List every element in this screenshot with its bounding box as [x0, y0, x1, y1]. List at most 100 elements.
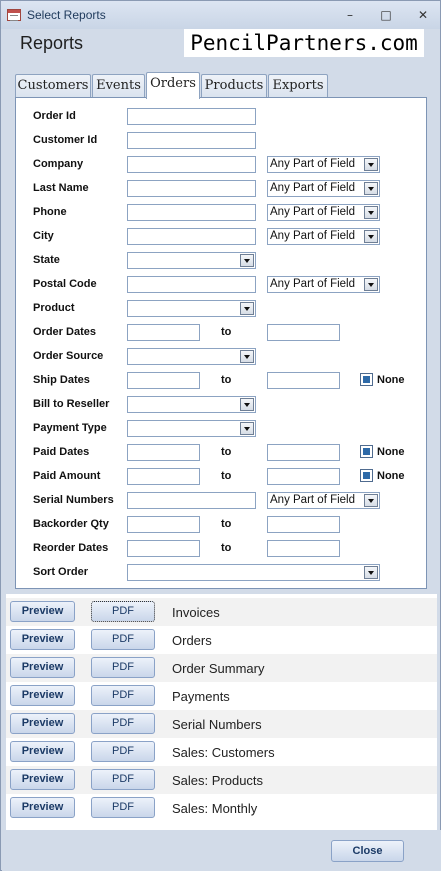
payment-type-select[interactable]: [127, 420, 256, 437]
report-row-invoices: Preview PDF Invoices: [6, 598, 437, 626]
pdf-button[interactable]: PDF: [91, 797, 155, 818]
last-name-match-select[interactable]: Any Part of Field: [267, 180, 380, 197]
city-match-select[interactable]: Any Part of Field: [267, 228, 380, 245]
window-title: Select Reports: [27, 8, 106, 22]
pdf-button[interactable]: PDF: [91, 601, 155, 622]
order-dates-to-input[interactable]: [267, 324, 340, 341]
tab-events[interactable]: Events: [92, 74, 145, 98]
form-header: Reports PencilPartners.com: [6, 29, 437, 69]
dropdown-arrow-icon[interactable]: [240, 350, 254, 363]
report-name: Serial Numbers: [172, 717, 262, 732]
dropdown-arrow-icon[interactable]: [240, 398, 254, 411]
preview-button[interactable]: Preview: [10, 741, 75, 762]
paid-dates-to-input[interactable]: [267, 444, 340, 461]
phone-input[interactable]: [127, 204, 256, 221]
minimize-icon[interactable]: –: [341, 7, 359, 23]
reorder-dates-from-input[interactable]: [127, 540, 200, 557]
report-row-sales-monthly: Preview PDF Sales: Monthly: [6, 794, 437, 822]
dropdown-arrow-icon[interactable]: [364, 566, 378, 579]
sort-order-select[interactable]: [127, 564, 380, 581]
tab-products[interactable]: Products: [201, 74, 267, 98]
reorder-dates-to-input[interactable]: [267, 540, 340, 557]
order-dates-from-input[interactable]: [127, 324, 200, 341]
pdf-button[interactable]: PDF: [91, 713, 155, 734]
pdf-button[interactable]: PDF: [91, 685, 155, 706]
report-name: Payments: [172, 689, 230, 704]
company-input[interactable]: [127, 156, 256, 173]
last-name-input[interactable]: [127, 180, 256, 197]
paid-amount-none-label: None: [377, 470, 405, 482]
paid-amount-to-label: to: [221, 470, 232, 482]
ship-dates-to-input[interactable]: [267, 372, 340, 389]
bill-to-reseller-select[interactable]: [127, 396, 256, 413]
state-select[interactable]: [127, 252, 256, 269]
preview-button[interactable]: Preview: [10, 601, 75, 622]
order-id-input[interactable]: [127, 108, 256, 125]
preview-button[interactable]: Preview: [10, 657, 75, 678]
ship-dates-from-input[interactable]: [127, 372, 200, 389]
ship-dates-to-label: to: [221, 374, 232, 386]
ship-dates-none-checkbox[interactable]: [360, 373, 373, 386]
preview-button[interactable]: Preview: [10, 713, 75, 734]
product-select[interactable]: [127, 300, 256, 317]
paid-amount-from-input[interactable]: [127, 468, 200, 485]
dropdown-arrow-icon[interactable]: [364, 206, 378, 219]
paid-dates-none-label: None: [377, 446, 405, 458]
reorder-dates-to-label: to: [221, 542, 232, 554]
paid-amount-to-input[interactable]: [267, 468, 340, 485]
pdf-button[interactable]: PDF: [91, 769, 155, 790]
report-name: Sales: Monthly: [172, 801, 258, 816]
preview-button[interactable]: Preview: [10, 685, 75, 706]
phone-match-select[interactable]: Any Part of Field: [267, 204, 380, 221]
postal-code-match-value: Any Part of Field: [270, 278, 356, 290]
paid-amount-none-checkbox[interactable]: [360, 469, 373, 482]
pdf-button[interactable]: PDF: [91, 629, 155, 650]
dropdown-arrow-icon[interactable]: [364, 278, 378, 291]
dropdown-arrow-icon[interactable]: [364, 182, 378, 195]
close-button[interactable]: Close: [331, 840, 404, 862]
customer-id-input[interactable]: [127, 132, 256, 149]
paid-dates-none-checkbox[interactable]: [360, 445, 373, 458]
preview-button[interactable]: Preview: [10, 629, 75, 650]
order-dates-label: Order Dates: [33, 326, 96, 338]
company-match-select[interactable]: Any Part of Field: [267, 156, 380, 173]
last-name-match-value: Any Part of Field: [270, 182, 356, 194]
dropdown-arrow-icon[interactable]: [240, 302, 254, 315]
postal-code-input[interactable]: [127, 276, 256, 293]
report-form-icon: [7, 9, 21, 21]
serial-numbers-input[interactable]: [127, 492, 256, 509]
tab-orders[interactable]: Orders: [146, 72, 200, 99]
tab-customers[interactable]: Customers: [15, 74, 91, 98]
dropdown-arrow-icon[interactable]: [364, 158, 378, 171]
tab-exports[interactable]: Exports: [268, 74, 328, 98]
orders-criteria-panel: Order Id Customer Id Company Any Part of…: [15, 97, 427, 589]
company-label: Company: [33, 158, 84, 170]
backorder-qty-from-input[interactable]: [127, 516, 200, 533]
dropdown-arrow-icon[interactable]: [364, 230, 378, 243]
backorder-qty-to-label: to: [221, 518, 232, 530]
postal-code-match-select[interactable]: Any Part of Field: [267, 276, 380, 293]
dropdown-arrow-icon[interactable]: [240, 254, 254, 267]
report-list: Preview PDF Invoices Preview PDF Orders …: [6, 594, 437, 830]
serial-numbers-match-select[interactable]: Any Part of Field: [267, 492, 380, 509]
city-input[interactable]: [127, 228, 256, 245]
pdf-button[interactable]: PDF: [91, 741, 155, 762]
preview-button[interactable]: Preview: [10, 769, 75, 790]
form-footer: Close: [2, 830, 441, 871]
paid-dates-from-input[interactable]: [127, 444, 200, 461]
state-label: State: [33, 254, 60, 266]
phone-match-value: Any Part of Field: [270, 206, 356, 218]
dropdown-arrow-icon[interactable]: [364, 494, 378, 507]
preview-button[interactable]: Preview: [10, 797, 75, 818]
report-name: Order Summary: [172, 661, 265, 676]
last-name-label: Last Name: [33, 182, 89, 194]
page-title: Reports: [20, 33, 84, 53]
order-source-select[interactable]: [127, 348, 256, 365]
pdf-button[interactable]: PDF: [91, 657, 155, 678]
dropdown-arrow-icon[interactable]: [240, 422, 254, 435]
brand-logo: PencilPartners.com: [184, 29, 424, 57]
close-icon[interactable]: ✕: [414, 7, 432, 23]
backorder-qty-to-input[interactable]: [267, 516, 340, 533]
report-name: Orders: [172, 633, 212, 648]
maximize-icon[interactable]: □: [377, 7, 395, 23]
